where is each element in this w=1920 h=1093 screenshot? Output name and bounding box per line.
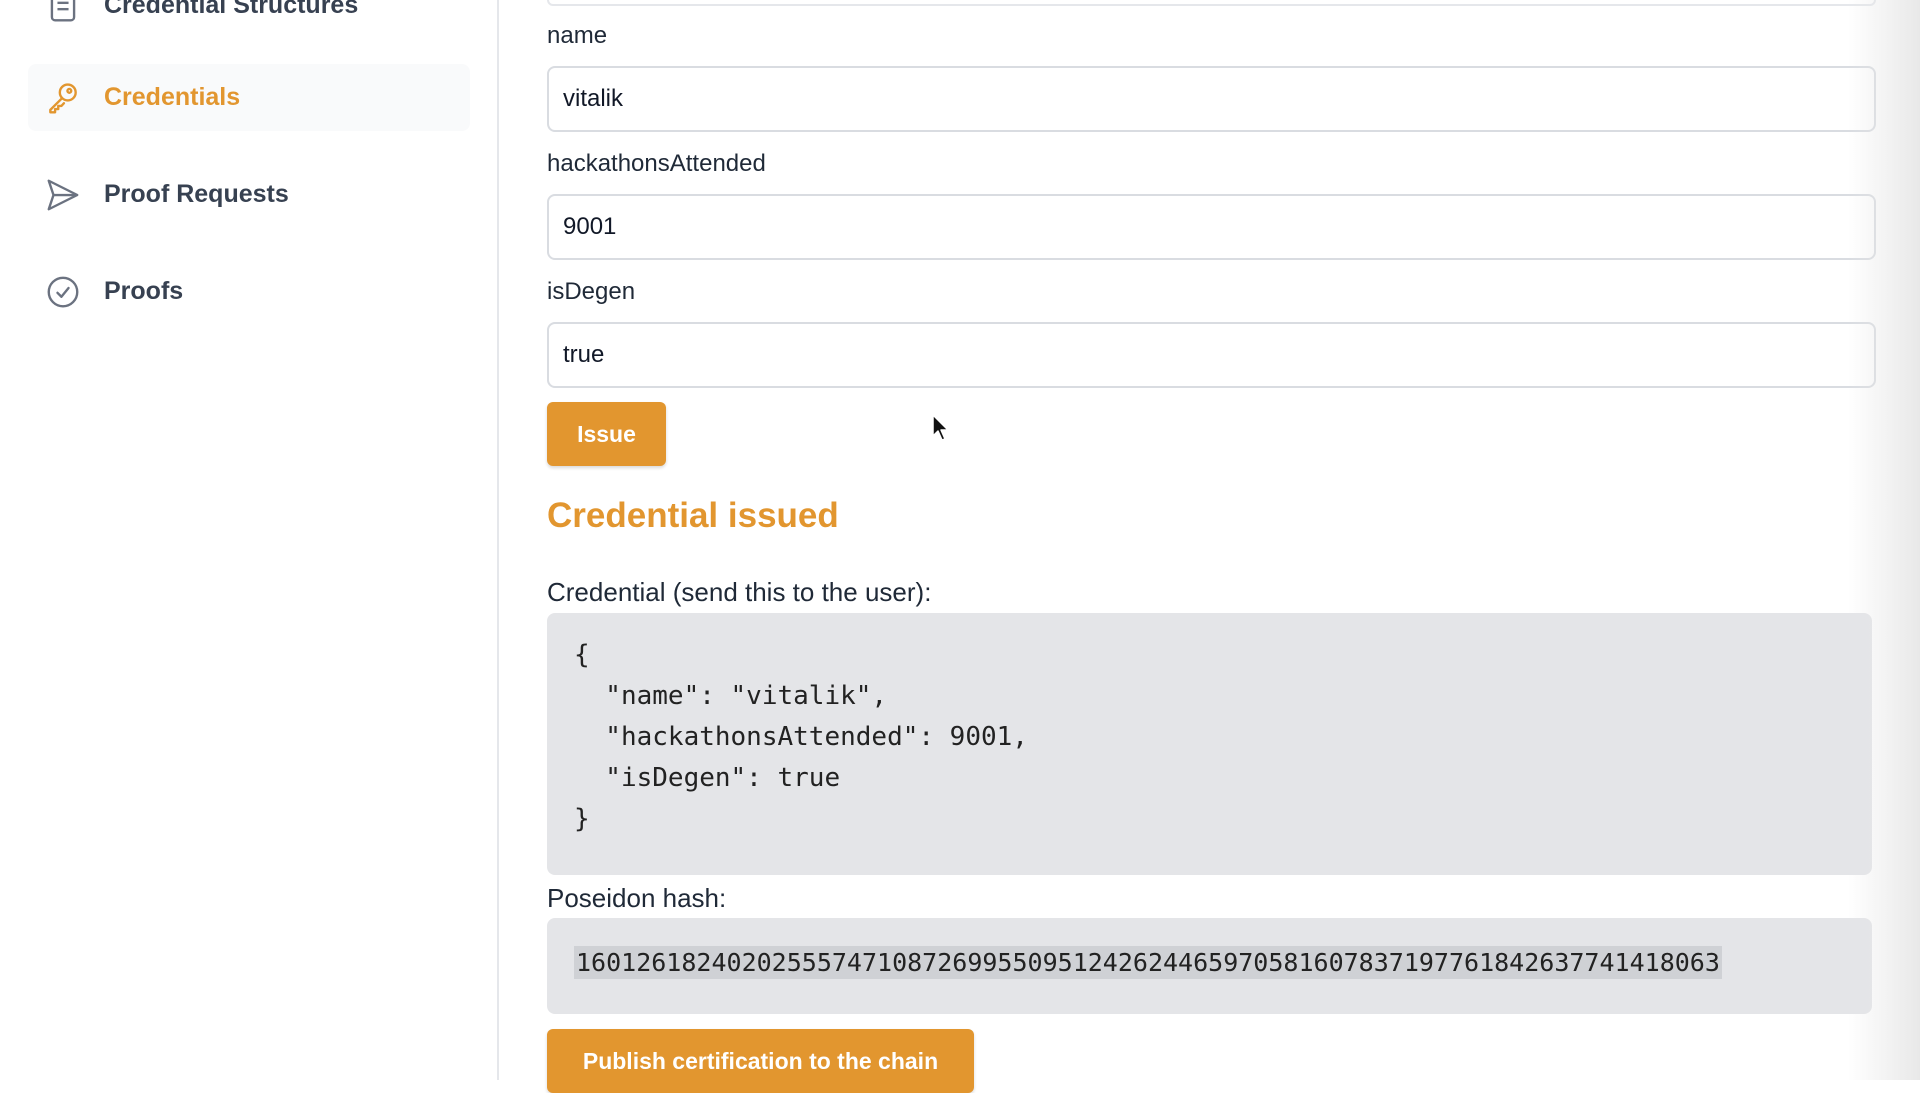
sidebar-item-label: Credential Structures bbox=[104, 0, 359, 19]
hackathons-attended-label: hackathonsAttended bbox=[547, 150, 766, 177]
previous-field-border bbox=[547, 0, 1876, 6]
document-icon bbox=[44, 0, 82, 25]
sidebar-item-proof-requests[interactable]: Proof Requests bbox=[28, 161, 470, 228]
credential-label: Credential (send this to the user): bbox=[547, 577, 932, 607]
poseidon-hash-label: Poseidon hash: bbox=[547, 883, 727, 913]
name-label: name bbox=[547, 22, 608, 49]
sidebar-item-label: Proof Requests bbox=[104, 180, 289, 208]
key-icon bbox=[44, 79, 82, 117]
credential-issued-heading: Credential issued bbox=[547, 496, 839, 535]
name-input[interactable] bbox=[547, 66, 1876, 132]
main-content: name hackathonsAttended isDegen Issue Cr… bbox=[499, 0, 1920, 1093]
mouse-cursor-icon bbox=[932, 414, 949, 441]
is-degen-label: isDegen bbox=[547, 278, 636, 305]
poseidon-hash-box: 1601261824020255574710872699550951242624… bbox=[547, 918, 1872, 1014]
check-circle-icon bbox=[44, 273, 82, 311]
sidebar-item-label: Proofs bbox=[104, 277, 184, 305]
publish-button[interactable]: Publish certification to the chain bbox=[547, 1029, 974, 1093]
send-icon bbox=[44, 176, 82, 214]
sidebar: Credential Structures Credentials Proof … bbox=[0, 0, 499, 1080]
credential-json: { "name": "vitalik", "hackathonsAttended… bbox=[574, 640, 1028, 834]
right-edge-shadow bbox=[1848, 0, 1920, 1080]
poseidon-hash-value: 1601261824020255574710872699550951242624… bbox=[574, 946, 1722, 979]
sidebar-item-label: Credentials bbox=[104, 83, 241, 111]
is-degen-input[interactable] bbox=[547, 322, 1876, 388]
credential-json-box: { "name": "vitalik", "hackathonsAttended… bbox=[547, 613, 1872, 875]
hackathons-attended-input[interactable] bbox=[547, 194, 1876, 260]
sidebar-item-proofs[interactable]: Proofs bbox=[28, 258, 470, 325]
issue-button[interactable]: Issue bbox=[547, 402, 666, 466]
sidebar-item-credentials[interactable]: Credentials bbox=[28, 64, 470, 131]
sidebar-item-credential-structures[interactable]: Credential Structures bbox=[28, 0, 470, 39]
